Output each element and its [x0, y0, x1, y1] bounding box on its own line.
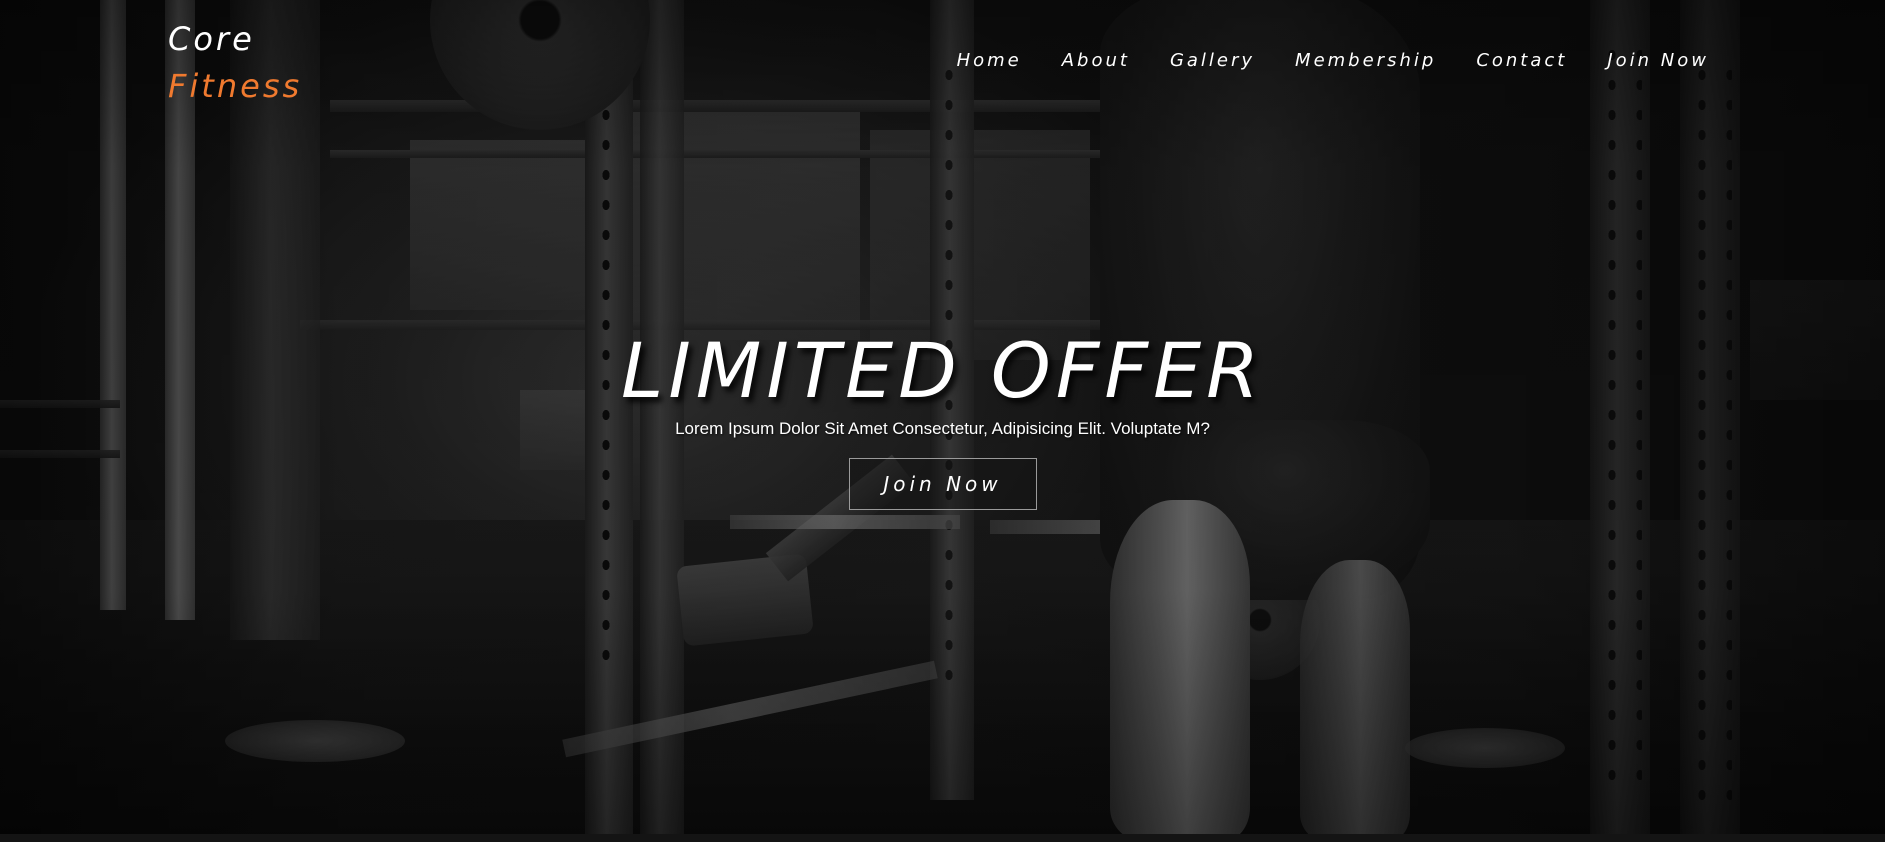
- join-now-button[interactable]: Join Now: [848, 458, 1037, 510]
- nav-about[interactable]: About: [1062, 49, 1130, 73]
- hero-subtitle: Lorem Ipsum Dolor Sit Amet Consectetur, …: [675, 419, 1210, 438]
- brand-logo[interactable]: Core Fitness: [168, 16, 302, 110]
- brand-name-fitness: Fitness: [168, 67, 303, 105]
- nav-contact[interactable]: Contact: [1476, 49, 1567, 73]
- hero-title: LIMITED OFFER: [621, 326, 1264, 415]
- bottom-edge: [0, 834, 1885, 842]
- nav-home[interactable]: Home: [957, 49, 1022, 73]
- hero-section: LIMITED OFFER Lorem Ipsum Dolor Sit Amet…: [0, 326, 1885, 510]
- site-header: Core Fitness Home About Gallery Membersh…: [0, 0, 1885, 110]
- brand-name-core: Core: [168, 20, 255, 58]
- nav-join-now[interactable]: Join Now: [1607, 49, 1709, 73]
- nav-membership[interactable]: Membership: [1295, 49, 1436, 73]
- nav-gallery[interactable]: Gallery: [1170, 49, 1255, 73]
- main-nav: Home About Gallery Membership Contact Jo…: [917, 49, 1709, 73]
